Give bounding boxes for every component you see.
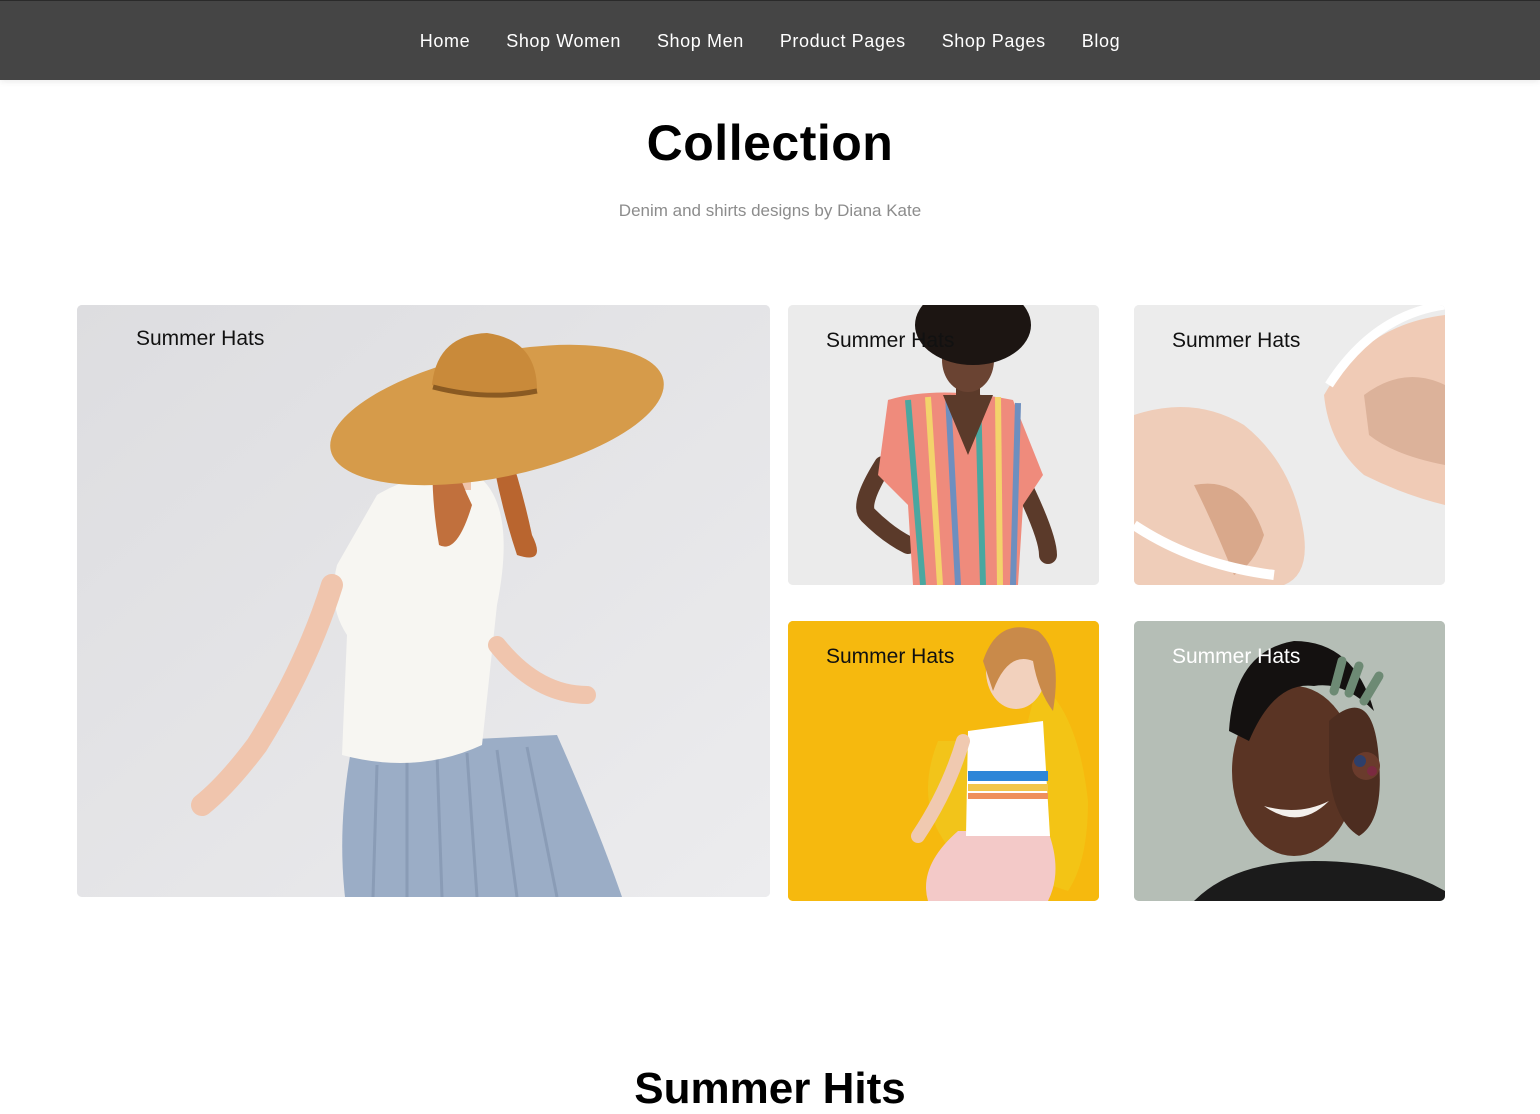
card-label: Summer Hats <box>1172 645 1301 668</box>
nav-blog[interactable]: Blog <box>1082 31 1120 52</box>
collection-card-dress[interactable]: Summer Hats <box>788 305 1099 585</box>
collection-card-yellow[interactable]: Summer Hats <box>788 621 1099 901</box>
collection-card-sage[interactable]: Summer Hats <box>1134 621 1445 901</box>
card-label: Summer Hats <box>826 329 955 352</box>
collection-subtitle: Denim and shirts designs by Diana Kate <box>618 201 922 220</box>
collection-card-large[interactable]: Summer Hats <box>77 305 770 897</box>
hat-model-photo <box>77 305 770 897</box>
main-nav: Home Shop Women Shop Men Product Pages S… <box>0 1 1540 81</box>
nav-product-pages[interactable]: Product Pages <box>780 31 906 52</box>
nav-shop-women[interactable]: Shop Women <box>506 31 621 52</box>
nav-shop-men[interactable]: Shop Men <box>657 31 744 52</box>
card-label: Summer Hats <box>1172 329 1301 352</box>
top-navigation-bar: Home Shop Women Shop Men Product Pages S… <box>0 0 1540 80</box>
nav-shop-pages[interactable]: Shop Pages <box>942 31 1046 52</box>
summer-hits-title: Summer Hits <box>634 1064 906 1113</box>
card-label: Summer Hats <box>136 327 265 350</box>
collection-card-sneakers[interactable]: Summer Hats <box>1134 305 1445 585</box>
card-label: Summer Hats <box>826 645 955 668</box>
nav-home[interactable]: Home <box>420 31 470 52</box>
collection-title: Collection <box>646 115 894 171</box>
